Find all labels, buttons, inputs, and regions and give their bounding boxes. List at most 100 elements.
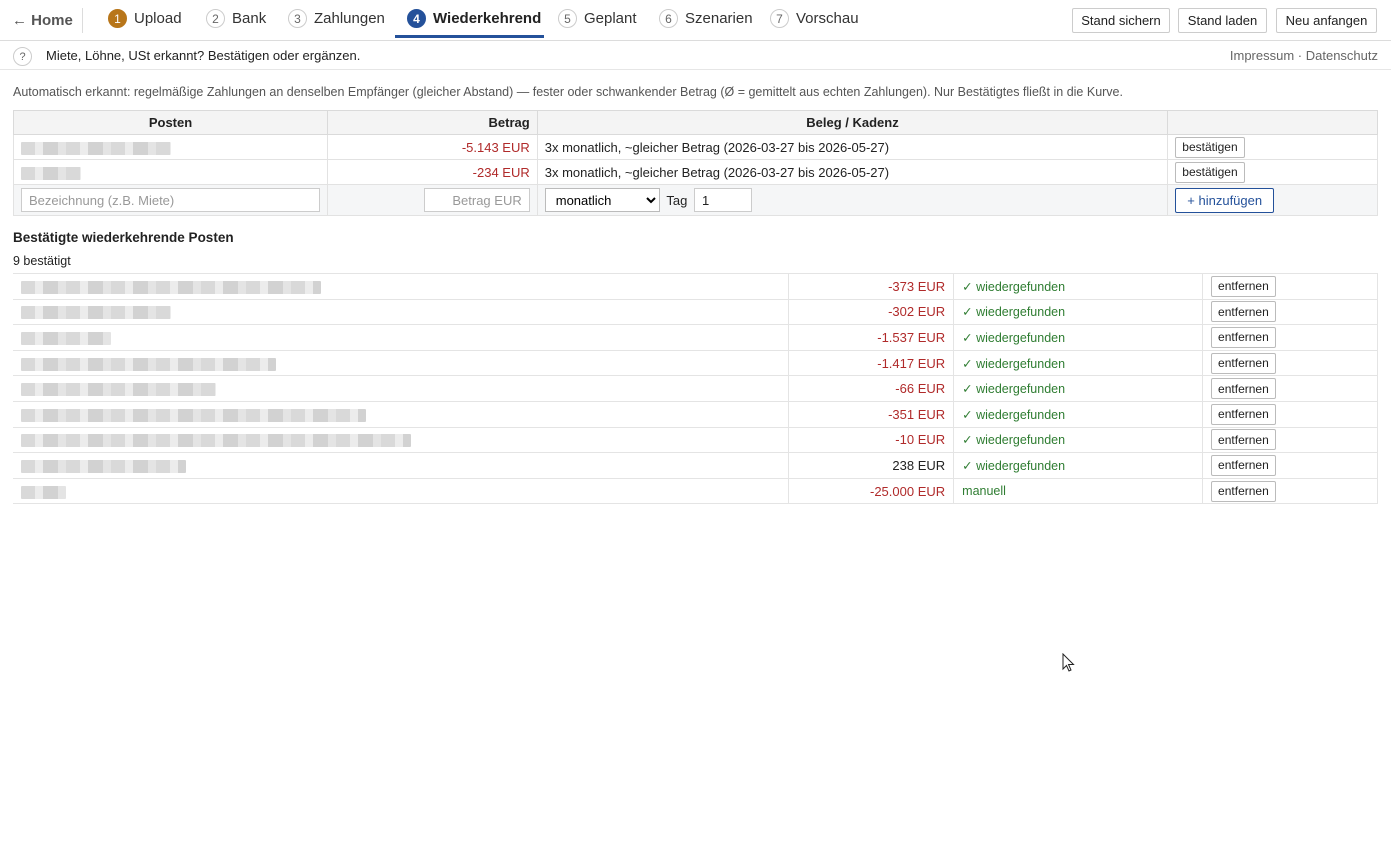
confirmed-table: -373 EUR ✓ wiedergefunden entfernen -302 EU… — [13, 273, 1378, 505]
remove-button[interactable]: entfernen — [1211, 429, 1276, 451]
column-header-beleg: Beleg / Kadenz — [536, 110, 1169, 135]
confirmed-count: 9 bestätigt — [13, 254, 71, 268]
redacted-name — [21, 332, 111, 346]
tab-label: Szenarien — [685, 10, 753, 27]
day-input[interactable] — [693, 188, 752, 212]
action-cell: entfernen — [1202, 298, 1378, 326]
status-cell: ✓ wiedergefunden — [953, 375, 1203, 402]
tab-bank[interactable]: 2 Bank — [206, 0, 266, 37]
add-amount-cell — [327, 184, 538, 216]
status-cell: ✓ wiedergefunden — [953, 324, 1203, 351]
action-cell: entfernen — [1202, 324, 1378, 351]
status-cell: manuell — [953, 477, 1203, 505]
step-number: 2 — [206, 9, 225, 28]
remove-button[interactable]: entfernen — [1211, 326, 1276, 348]
amount-cell: -373 EUR — [788, 273, 954, 300]
step-number: 7 — [770, 9, 789, 28]
redacted-name — [21, 434, 411, 448]
tab-label: Upload — [134, 10, 182, 27]
table-row: -66 EUR ✓ wiedergefunden entfernen — [13, 375, 1378, 402]
step-number: 6 — [659, 9, 678, 28]
tab-wiederkehrend[interactable]: 4 Wiederkehrend — [407, 0, 541, 37]
posten-cell — [13, 349, 789, 377]
remove-button[interactable]: entfernen — [1211, 378, 1276, 400]
remove-button[interactable]: entfernen — [1211, 480, 1276, 502]
load-state-button[interactable]: Stand laden — [1178, 8, 1267, 33]
remove-button[interactable]: entfernen — [1211, 454, 1276, 476]
redacted-name — [21, 357, 276, 371]
remove-button[interactable]: entfernen — [1211, 403, 1276, 425]
status-cell: ✓ wiedergefunden — [953, 349, 1203, 377]
posten-cell — [13, 375, 789, 402]
amount-cell: -10 EUR — [788, 426, 954, 454]
posten-cell — [13, 452, 789, 479]
home-link[interactable]: ← Home — [12, 12, 73, 29]
action-cell: entfernen — [1202, 426, 1378, 454]
tab-label: Geplant — [584, 10, 637, 27]
restart-button[interactable]: Neu anfangen — [1276, 8, 1377, 33]
interval-select[interactable]: monatlich — [544, 188, 660, 212]
redacted-name — [21, 280, 321, 294]
tab-geplant[interactable]: 5 Geplant — [558, 0, 637, 37]
help-icon[interactable]: ? — [13, 47, 32, 66]
mouse-cursor-icon — [1062, 653, 1075, 672]
legal-links[interactable]: Impressum · Datenschutz — [1230, 48, 1378, 63]
add-button[interactable]: + hinzufügen — [1175, 187, 1275, 213]
posten-cell — [13, 400, 789, 428]
table-row: -1.417 EUR ✓ wiedergefunden entfernen — [13, 349, 1378, 377]
amount-input[interactable] — [423, 188, 530, 212]
table-header-row: Posten Betrag Beleg / Kadenz — [13, 110, 1378, 135]
redacted-name — [21, 141, 171, 155]
step-number: 1 — [108, 9, 127, 28]
posten-cell — [13, 477, 789, 505]
remove-button[interactable]: entfernen — [1211, 301, 1276, 323]
amount-cell: -351 EUR — [788, 400, 954, 428]
table-row: 238 EUR ✓ wiedergefunden entfernen — [13, 452, 1378, 479]
tab-zahlungen[interactable]: 3 Zahlungen — [288, 0, 385, 37]
column-header-posten: Posten — [13, 110, 328, 135]
add-row: monatlich Tag + hinzufügen — [13, 184, 1378, 216]
amount-cell: -1.537 EUR — [788, 324, 954, 351]
amount-cell: -302 EUR — [788, 298, 954, 326]
status-cell: ✓ wiedergefunden — [953, 273, 1203, 300]
redacted-name — [21, 383, 216, 397]
amount-cell: -5.143 EUR — [327, 134, 538, 160]
confirm-button[interactable]: bestätigen — [1175, 161, 1245, 183]
table-row: -302 EUR ✓ wiedergefunden entfernen — [13, 298, 1378, 326]
action-cell: entfernen — [1202, 375, 1378, 402]
detected-table: Posten Betrag Beleg / Kadenz -5.143 EUR … — [13, 110, 1378, 216]
tab-label: Zahlungen — [314, 10, 385, 27]
action-cell: entfernen — [1202, 349, 1378, 377]
tab-label: Vorschau — [796, 10, 859, 27]
tab-label: Wiederkehrend — [433, 10, 542, 27]
save-state-button[interactable]: Stand sichern — [1072, 8, 1170, 33]
add-name-cell — [13, 184, 328, 216]
table-row: -351 EUR ✓ wiedergefunden entfernen — [13, 400, 1378, 428]
add-cadence-cell: monatlich Tag — [536, 184, 1169, 216]
confirm-button[interactable]: bestätigen — [1175, 136, 1245, 158]
section-title: Bestätigte wiederkehrende Posten — [13, 230, 234, 245]
action-cell: bestätigen — [1167, 134, 1378, 160]
column-header-betrag: Betrag — [327, 110, 538, 135]
hint-bar: ? Miete, Löhne, USt erkannt? Bestätigen … — [0, 42, 1391, 70]
action-cell: entfernen — [1202, 400, 1378, 428]
posten-cell — [13, 426, 789, 454]
posten-cell — [13, 324, 789, 351]
table-row: -234 EUR 3x monatlich, ~gleicher Betrag … — [13, 159, 1378, 185]
posten-cell — [13, 159, 328, 185]
name-input[interactable] — [21, 188, 320, 212]
table-row: -10 EUR ✓ wiedergefunden entfernen — [13, 426, 1378, 454]
redacted-name — [21, 408, 366, 422]
amount-cell: -234 EUR — [327, 159, 538, 185]
step-number: 5 — [558, 9, 577, 28]
tab-upload[interactable]: 1 Upload — [108, 0, 182, 37]
tab-szenarien[interactable]: 6 Szenarien — [659, 0, 753, 37]
tab-label: Bank — [232, 10, 267, 27]
redacted-name — [21, 306, 171, 320]
table-row: -25.000 EUR manuell entfernen — [13, 477, 1378, 505]
remove-button[interactable]: entfernen — [1211, 352, 1276, 374]
add-action-cell: + hinzufügen — [1167, 184, 1378, 216]
remove-button[interactable]: entfernen — [1211, 275, 1276, 297]
posten-cell — [13, 298, 789, 326]
tab-vorschau[interactable]: 7 Vorschau — [770, 0, 859, 37]
